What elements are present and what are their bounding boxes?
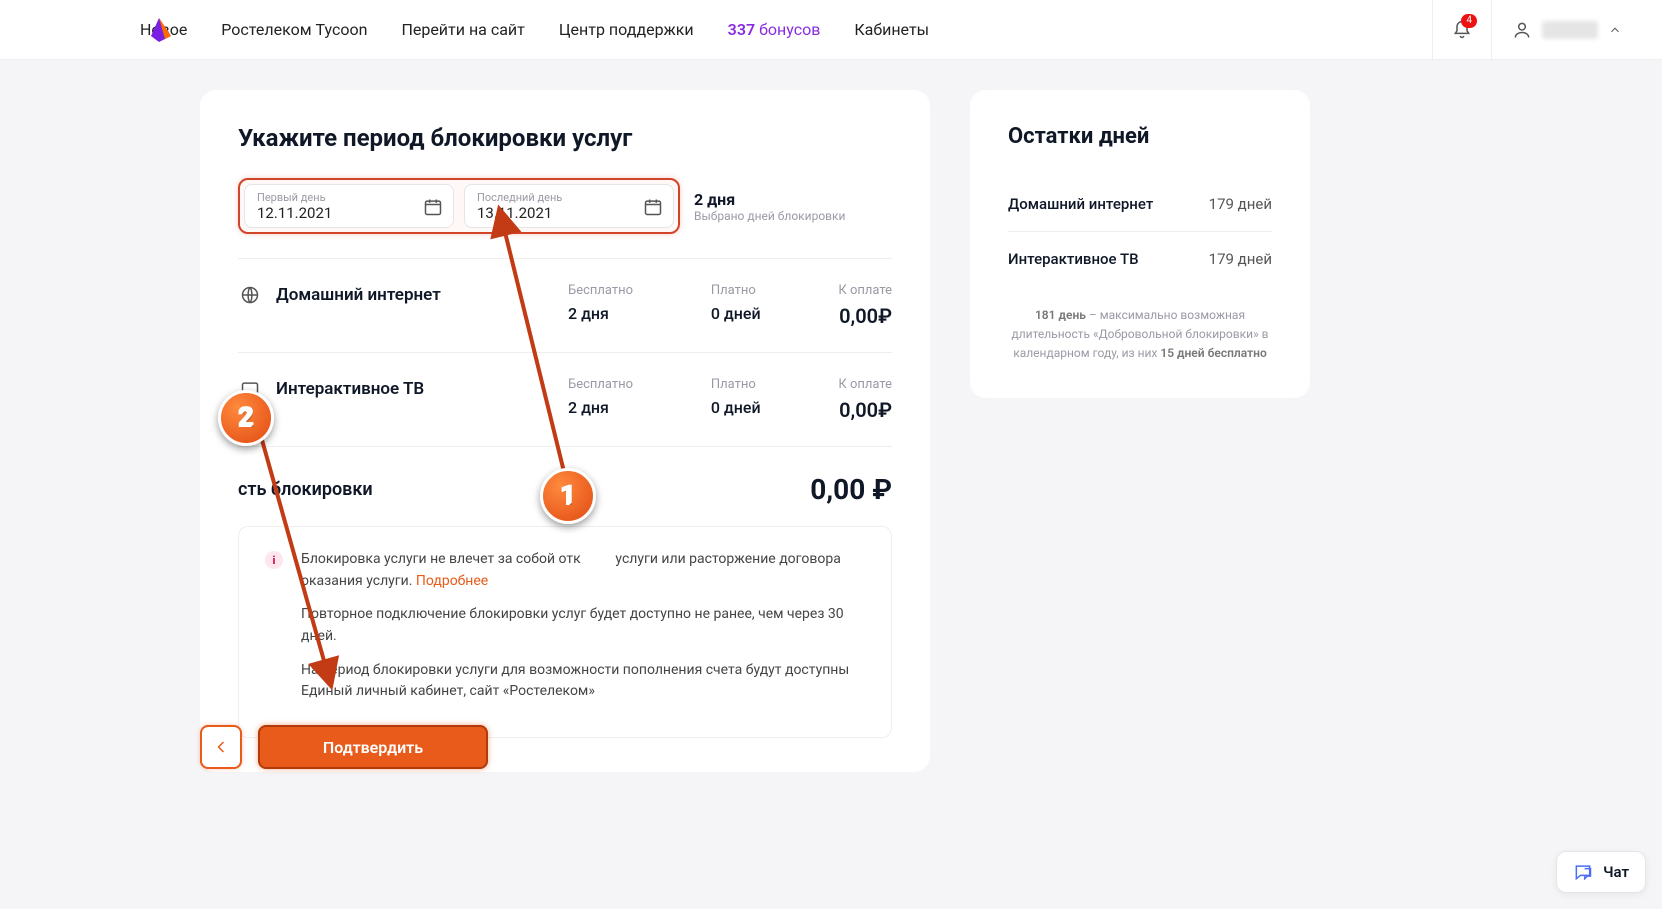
back-button[interactable] [200, 725, 242, 769]
nav-site[interactable]: Перейти на сайт [401, 20, 524, 39]
remain-name: Домашний интернет [1008, 195, 1153, 213]
username [1542, 21, 1598, 39]
remain-name: Интерактивное ТВ [1008, 250, 1139, 268]
days-chosen-caption: Выбрано дней блокировки [694, 209, 845, 223]
col-val: 0,00₽ [838, 398, 892, 422]
side-heading: Остатки дней [1008, 124, 1272, 149]
annotation-marker-1: 1 [540, 468, 596, 524]
nav-bonus[interactable]: 337 бонусов [728, 20, 821, 39]
col-hdr: Платно [711, 283, 761, 298]
confirm-button[interactable]: Подтвердить [258, 725, 488, 769]
chat-icon [1573, 862, 1593, 882]
chevron-left-icon [211, 737, 231, 757]
remain-days: 179 дней [1209, 195, 1272, 213]
card-heading: Укажите период блокировки услуг [238, 124, 892, 152]
topbar: Новое Ростелеком Tycoon Перейти на сайт … [0, 0, 1662, 60]
remain-days: 179 дней [1209, 250, 1272, 268]
side-note-c: 15 дней бесплатно [1160, 346, 1266, 360]
notifications-button[interactable]: 4 [1432, 0, 1492, 60]
col-val: 0,00₽ [838, 304, 892, 328]
chat-widget[interactable]: Чат [1556, 851, 1646, 893]
col-hdr: Платно [711, 377, 761, 392]
nav-cabinets[interactable]: Кабинеты [854, 20, 929, 39]
days-remaining-card: Остатки дней Домашний интернет 179 дней … [970, 90, 1310, 398]
annotation-marker-2: 2 [218, 390, 274, 446]
calendar-icon [643, 197, 663, 221]
side-note-a: 181 день [1035, 308, 1086, 322]
days-chosen: 2 дня Выбрано дней блокировки [694, 190, 845, 223]
bonus-count: 337 [728, 20, 755, 39]
side-note: 181 день – максимально возможная длитель… [1008, 306, 1272, 364]
nav-support[interactable]: Центр поддержки [559, 20, 694, 39]
chevron-up-icon [1608, 23, 1622, 37]
main-nav: Новое Ростелеком Tycoon Перейти на сайт … [140, 20, 929, 39]
remain-row: Домашний интернет 179 дней [1008, 177, 1272, 232]
remain-row: Интерактивное ТВ 179 дней [1008, 232, 1272, 286]
user-icon [1512, 20, 1532, 40]
bonus-label: бонусов [759, 20, 820, 39]
col-hdr: К оплате [838, 283, 892, 298]
notifications-badge: 4 [1461, 14, 1477, 28]
days-chosen-value: 2 дня [694, 190, 845, 209]
nav-tycoon[interactable]: Ростелеком Tycoon [221, 20, 367, 39]
col-val: 0 дней [711, 304, 761, 323]
logo[interactable] [145, 16, 173, 44]
chat-label: Чат [1603, 863, 1629, 881]
total-amount: 0,00 ₽ [810, 473, 892, 506]
col-val: 0 дней [711, 398, 761, 417]
col-hdr: К оплате [838, 377, 892, 392]
profile-menu[interactable] [1492, 0, 1642, 60]
annotation-arrow-2 [200, 400, 600, 720]
